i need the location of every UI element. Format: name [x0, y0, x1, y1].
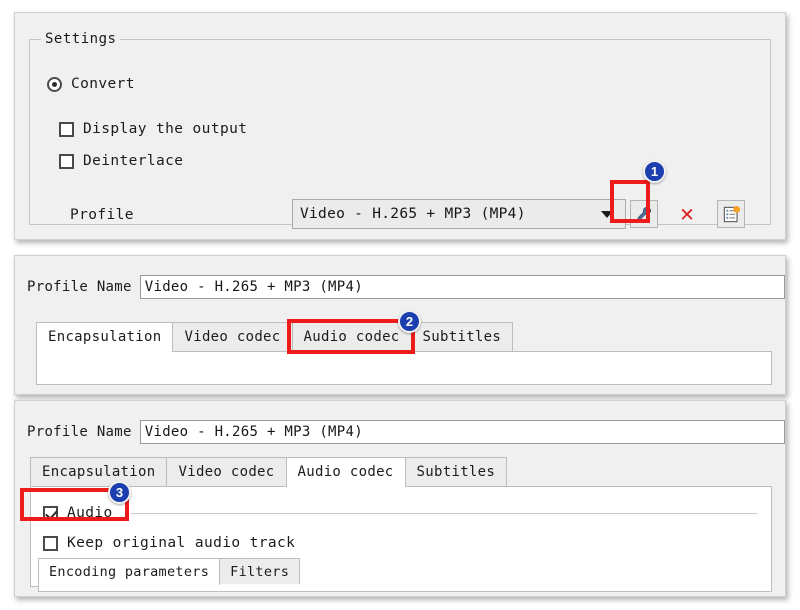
edit-profile-button[interactable]: [630, 200, 658, 228]
tab-encoding-parameters[interactable]: Encoding parameters: [38, 558, 221, 586]
checkbox-audio-box[interactable]: [43, 505, 58, 521]
chevron-down-icon[interactable]: [601, 210, 613, 218]
audio-sub-tabs: Encoding parameters Filters: [38, 558, 772, 586]
settings-group-title: Settings: [41, 32, 121, 46]
wrench-icon: [637, 206, 651, 220]
close-icon: ✕: [680, 200, 694, 227]
checkbox-display-output-label: Display the output: [83, 121, 248, 137]
tab-subtitles-a[interactable]: Subtitles: [410, 322, 514, 351]
new-profile-icon: [723, 205, 740, 222]
checkbox-keep-original-audio-track-label: Keep original audio track: [67, 535, 296, 551]
tab-video-codec-b[interactable]: Video codec: [166, 457, 287, 486]
tab-subtitles-b[interactable]: Subtitles: [404, 457, 508, 486]
profile-name-label-b: Profile Name: [27, 424, 132, 440]
tab-video-codec-a[interactable]: Video codec: [172, 322, 293, 351]
profile-name-label-a: Profile Name: [27, 279, 132, 295]
step-badge-2: 2: [398, 310, 421, 333]
profile-name-input-a[interactable]: Video - H.265 + MP3 (MP4): [139, 275, 785, 299]
tab-filters[interactable]: Filters: [219, 558, 301, 585]
delete-profile-button[interactable]: ✕: [673, 200, 701, 228]
profile-tabs-b: Encapsulation Video codec Audio codec Su…: [30, 457, 772, 487]
radio-convert-label: Convert: [71, 76, 135, 92]
profile-select-value: Video - H.265 + MP3 (MP4): [300, 206, 526, 222]
step-badge-3: 3: [108, 481, 131, 504]
radio-convert-indicator[interactable]: [47, 76, 62, 92]
tab-encapsulation-a[interactable]: Encapsulation: [36, 322, 174, 352]
checkbox-deinterlace-box[interactable]: [59, 153, 74, 169]
checkbox-keep-original-audio-track-box[interactable]: [43, 535, 58, 551]
checkbox-display-output[interactable]: Display the output: [59, 121, 247, 137]
audio-section-divider: [131, 513, 757, 514]
checkbox-audio[interactable]: Audio: [43, 505, 113, 521]
tab-page-a: [36, 352, 772, 385]
tab-encapsulation-b[interactable]: Encapsulation: [30, 457, 168, 486]
profile-select[interactable]: Video - H.265 + MP3 (MP4): [292, 199, 626, 229]
tab-audio-codec-a[interactable]: Audio codec: [291, 322, 412, 351]
profile-name-row-a: Profile Name Video - H.265 + MP3 (MP4): [27, 275, 785, 299]
checkbox-deinterlace[interactable]: Deinterlace: [59, 153, 183, 169]
screenshot-root: Settings Convert Display the output Dein…: [0, 0, 800, 610]
tab-audio-codec-b[interactable]: Audio codec: [285, 457, 406, 487]
profile-name-input-b[interactable]: Video - H.265 + MP3 (MP4): [139, 420, 785, 444]
radio-convert[interactable]: Convert: [47, 76, 135, 92]
checkbox-keep-original-audio-track[interactable]: Keep original audio track: [43, 535, 295, 551]
settings-panel: Settings Convert Display the output Dein…: [14, 12, 786, 240]
checkbox-deinterlace-label: Deinterlace: [83, 153, 184, 169]
new-profile-button[interactable]: [717, 200, 745, 228]
profile-label: Profile: [70, 207, 134, 223]
profile-name-row-b: Profile Name Video - H.265 + MP3 (MP4): [27, 420, 785, 444]
step-badge-1: 1: [643, 160, 666, 183]
checkbox-audio-label: Audio: [67, 505, 113, 521]
checkbox-display-output-box[interactable]: [59, 121, 74, 137]
